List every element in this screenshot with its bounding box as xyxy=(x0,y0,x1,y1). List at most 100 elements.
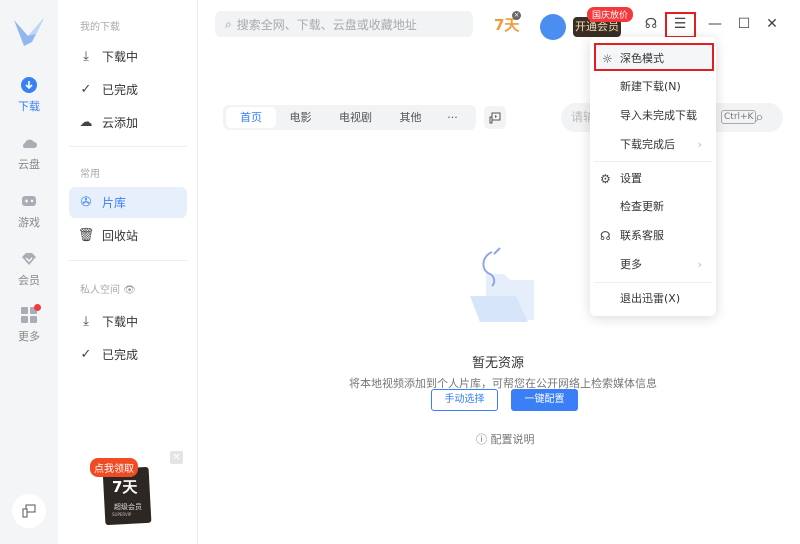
sidebar-item-trash[interactable]: 🗑 回收站 xyxy=(69,220,187,251)
maximize-icon[interactable]: ☐ xyxy=(735,16,753,32)
app-logo xyxy=(14,18,44,46)
library-tabs: 首页 电影 电视剧 其他 ··· xyxy=(223,105,476,130)
close-window-icon[interactable]: ✕ xyxy=(763,16,781,32)
rail-label: 下载 xyxy=(18,100,40,113)
sidebar-item-label: 回收站 xyxy=(102,229,139,243)
rail-item-vip[interactable]: 会员 xyxy=(0,250,58,288)
search-icon: ⌕ xyxy=(225,16,232,31)
section-title: 我的下载 xyxy=(80,22,120,33)
shortcut-hint: Ctrl+K xyxy=(721,110,757,124)
menu-label: 导入未完成下载 xyxy=(620,109,697,122)
rail-item-cloud[interactable]: 云盘 xyxy=(0,134,58,172)
menu-item-exit[interactable]: 退出迅雷(X) xyxy=(590,285,716,313)
global-search-input[interactable]: ⌕ 搜索全网、下载、云盘或收藏地址 xyxy=(215,11,473,37)
divider xyxy=(69,146,187,147)
sidebar-item-label: 片库 xyxy=(102,196,127,210)
help-icon: ⓘ xyxy=(476,433,487,446)
menu-label: 联系客服 xyxy=(620,229,664,242)
cloud-icon xyxy=(23,139,37,148)
menu-item-support[interactable]: ☊ 联系客服 xyxy=(590,222,716,250)
sidebar-item-downloading[interactable]: ⤓ 下载中 xyxy=(69,41,187,72)
device-switch-button[interactable] xyxy=(12,494,46,528)
check-lock-icon: ✓ xyxy=(80,347,92,362)
menu-label: 退出迅雷(X) xyxy=(620,292,681,305)
divider xyxy=(69,260,187,261)
sidebar-item-private-downloading[interactable]: ⤓ 下载中 xyxy=(69,306,187,337)
empty-title: 暂无资源 xyxy=(471,356,524,371)
promo-days: 7天 xyxy=(112,478,138,496)
minimize-icon[interactable]: — xyxy=(706,16,724,32)
headset-icon[interactable]: ☊ xyxy=(642,16,660,32)
devices-icon xyxy=(22,504,36,518)
download-icon: ⤓ xyxy=(83,49,89,64)
check-circle-icon: ✓ xyxy=(80,82,92,97)
menu-item-settings[interactable]: ⚙ 设置 xyxy=(590,165,716,193)
manual-select-button[interactable]: 手动选择 xyxy=(431,389,498,411)
cloud-upload-icon: ☁ xyxy=(79,115,93,130)
menu-label: 下载完成后 xyxy=(620,138,675,151)
promo-tag: 点我领取 xyxy=(90,458,138,477)
promo-sub: SUPERVIP xyxy=(112,512,132,517)
main-menu: ☼ 深色模式 新建下载(N) 导入未完成下载 下载完成后 › ⚙ 设置 检查更新 ☊ 联… xyxy=(590,37,716,316)
chevron-right-icon: › xyxy=(697,258,702,271)
menu-label: 设置 xyxy=(620,172,642,185)
sidebar-item-completed[interactable]: ✓ 已完成 xyxy=(69,74,187,105)
rail-item-download[interactable]: 下载 xyxy=(0,76,58,114)
help-label: 配置说明 xyxy=(490,433,535,446)
config-help-link[interactable]: ⓘ 配置说明 xyxy=(476,431,535,447)
menu-item-dark-mode[interactable]: ☼ 深色模式 xyxy=(594,43,714,71)
menu-label: 新建下载(N) xyxy=(620,80,681,93)
menu-item-new-download[interactable]: 新建下载(N) xyxy=(590,73,716,101)
close-icon[interactable]: × xyxy=(512,11,521,20)
sun-icon: ☼ xyxy=(602,52,613,66)
search-icon[interactable]: ⌕ xyxy=(755,107,764,127)
rail-label: 游戏 xyxy=(18,216,40,229)
tab-movies[interactable]: 电影 xyxy=(278,107,323,128)
rail-label: 会员 xyxy=(18,274,40,287)
promo-close-button[interactable]: ✕ xyxy=(170,451,183,464)
film-reel-icon: ✇ xyxy=(80,195,92,210)
empty-folder-illustration xyxy=(470,247,534,322)
rail-item-more[interactable]: 更多 xyxy=(0,304,58,344)
notification-dot xyxy=(34,304,41,311)
private-space-title: 私人空间 xyxy=(80,285,120,296)
tab-home[interactable]: 首页 xyxy=(226,107,276,128)
sidebar-item-label: 下载中 xyxy=(102,50,139,64)
menu-label: 深色模式 xyxy=(620,52,664,65)
sidebar-item-label: 云添加 xyxy=(102,116,139,130)
menu-item-import[interactable]: 导入未完成下载 xyxy=(590,102,716,130)
chevron-right-icon: › xyxy=(697,138,702,151)
sidebar-item-label: 下载中 xyxy=(102,315,139,329)
sidebar-item-library[interactable]: ✇ 片库 xyxy=(69,187,187,218)
tab-more[interactable]: ··· xyxy=(435,107,470,128)
section-title: 常用 xyxy=(80,169,100,180)
divider xyxy=(594,282,712,283)
sidebar-item-private-completed[interactable]: ✓ 已完成 xyxy=(69,339,187,370)
trash-icon: 🗑 xyxy=(77,228,95,243)
empty-description: 将本地视频添加到个人片库，可帮您在公开网络上检索媒体信息 xyxy=(349,377,657,390)
search-placeholder: 搜索全网、下载、云盘或收藏地址 xyxy=(236,17,417,32)
headset-icon: ☊ xyxy=(600,229,611,243)
menu-label: 检查更新 xyxy=(620,200,664,213)
cast-button[interactable] xyxy=(484,106,506,129)
menu-item-check-update[interactable]: 检查更新 xyxy=(590,193,716,221)
eye-icon[interactable]: 👁 xyxy=(123,285,136,296)
download-lock-icon: ⤓ xyxy=(83,314,89,329)
tab-tv[interactable]: 电视剧 xyxy=(328,107,383,128)
tab-other[interactable]: 其他 xyxy=(388,107,433,128)
avatar[interactable] xyxy=(540,14,566,40)
vip-promo-badge[interactable]: 点我领取 7天 超级会员 SUPERVIP xyxy=(90,458,154,526)
rail-label: 云盘 xyxy=(18,158,40,171)
gamepad-icon xyxy=(22,196,36,206)
rail-item-games[interactable]: 游戏 xyxy=(0,192,58,230)
section-title: 私人空间 👁 xyxy=(80,281,136,296)
sidebar-item-cloud-add[interactable]: ☁ 云添加 xyxy=(69,107,187,138)
promo-name: 超级会员 xyxy=(114,503,142,511)
auto-config-button[interactable]: 一键配置 xyxy=(511,389,578,411)
menu-label: 更多 xyxy=(620,258,642,271)
rail-label: 更多 xyxy=(18,330,40,343)
menu-item-more[interactable]: 更多 › xyxy=(590,251,716,279)
menu-button-highlight xyxy=(665,12,696,38)
menu-item-after-download[interactable]: 下载完成后 › xyxy=(590,131,716,159)
sidebar-item-label: 已完成 xyxy=(102,348,139,362)
